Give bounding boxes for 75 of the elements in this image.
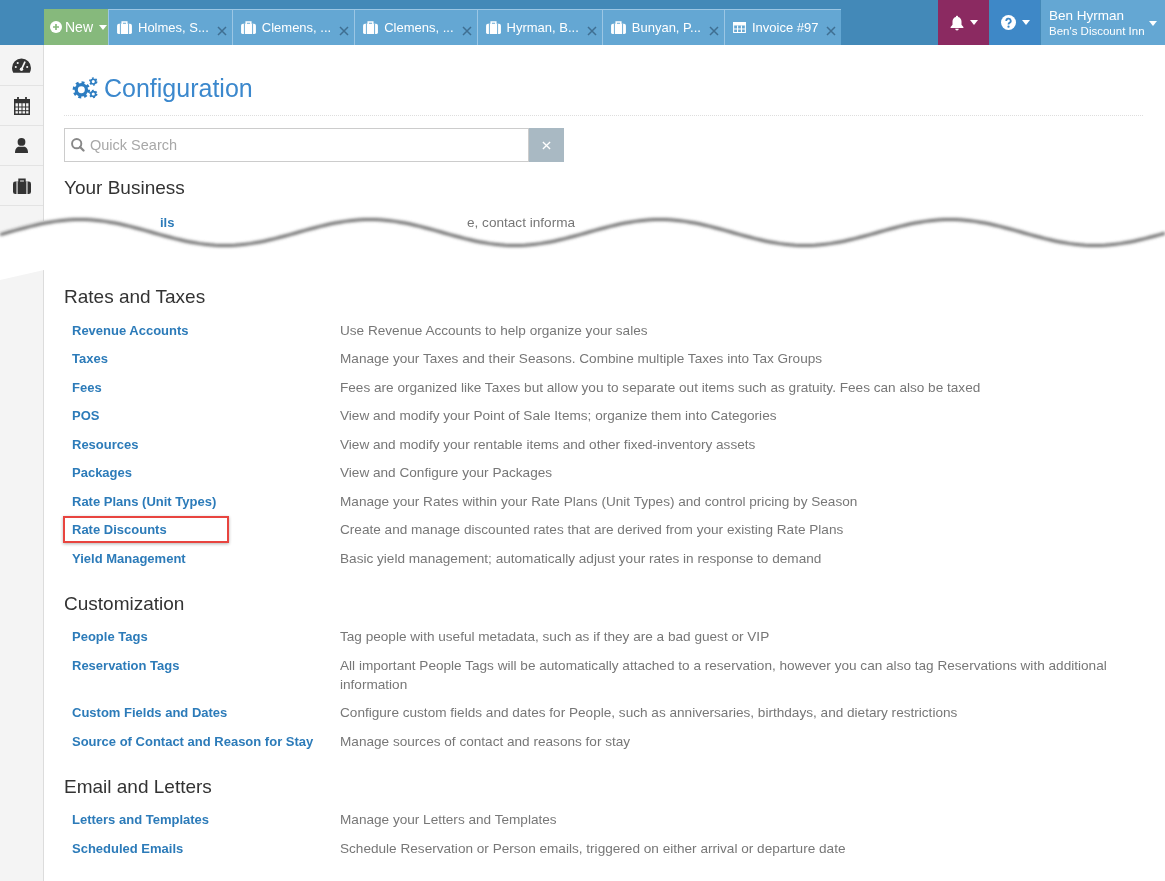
table-icon: [732, 22, 746, 33]
config-link[interactable]: Yield Management: [72, 550, 186, 566]
section-heading: Your Business: [64, 176, 186, 200]
link-description: Manage sources of contact and reasons for stay: [340, 732, 632, 751]
clear-search-button[interactable]: [529, 128, 564, 162]
config-link[interactable]: Taxes: [72, 351, 108, 367]
config-link[interactable]: Scheduled Emails: [72, 840, 184, 856]
link-description: View and modify your Point of Sale Items; organize them into Categories: [340, 407, 778, 426]
briefcase-icon: [240, 21, 256, 34]
tab[interactable]: Invoice #97: [723, 9, 842, 45]
config-link[interactable]: Resources: [72, 436, 139, 452]
config-link[interactable]: Rate Discounts: [72, 522, 167, 538]
config-link[interactable]: Revenue Accounts: [72, 322, 189, 338]
close-icon[interactable]: [461, 26, 472, 36]
page-title: Configuration: [104, 73, 253, 104]
link-description: Manage your Rates within your Rate Plans (Unit Types) and control pricing by Season: [340, 492, 859, 511]
link-description: e, contact informa: [467, 213, 577, 232]
link-description: Manage your Letters and Templates: [340, 811, 558, 830]
gauge-icon: [12, 58, 31, 73]
section-heading: Customization: [64, 591, 186, 616]
caret-icon: [1021, 20, 1030, 25]
config-link[interactable]: People Tags: [72, 629, 148, 645]
config-link[interactable]: Fees: [72, 379, 102, 395]
search-field[interactable]: Quick Search: [64, 128, 529, 162]
user-icon: [15, 138, 28, 153]
gears-icon: [72, 77, 98, 99]
tab[interactable]: Hyrman, B...: [476, 9, 602, 45]
link-description: View and Configure your Packages: [340, 464, 554, 483]
briefcase-icon: [12, 177, 31, 194]
close-icon[interactable]: [708, 26, 719, 36]
bell-icon: [949, 14, 965, 31]
tab[interactable]: Holmes, S...: [108, 9, 232, 45]
config-link[interactable]: Custom Fields and Dates: [72, 705, 228, 721]
close-icon[interactable]: [826, 26, 837, 36]
link-description: Create and manage discounted rates that are derived from your existing Rate Plans: [340, 521, 845, 540]
close-icon: [542, 140, 551, 150]
tab[interactable]: Clemens, ...: [231, 9, 355, 45]
user-menu[interactable]: Ben Hyrman Ben's Discount Inn: [1041, 0, 1165, 45]
briefcase-icon: [485, 21, 501, 34]
search-icon: [71, 138, 85, 152]
notifications-button[interactable]: [938, 0, 989, 45]
link-description: All important People Tags will be automatically attached to a reservation, however you can also tag Reservations with additional information: [340, 656, 1108, 694]
config-link[interactable]: Letters and Templates: [72, 812, 210, 828]
link-description: Fees are organized like Taxes but allow you to separate out items such as gratuity. Fees can also be taxed: [340, 378, 982, 397]
link-description: Schedule Reservation or Person emails, triggered on either arrival or departure date: [340, 839, 847, 858]
config-link[interactable]: Rate Plans (Unit Types): [72, 493, 217, 509]
tab[interactable]: Clemens, ...: [354, 9, 477, 45]
link-description: View and modify your rentable items and other fixed-inventory assets: [340, 435, 757, 454]
plus-circle-icon: [50, 21, 62, 33]
help-button[interactable]: [990, 0, 1040, 45]
link-description: Tag people with useful metadata, such as if they are a bad guest or VIP: [340, 628, 771, 647]
tab[interactable]: Bunyan, P...: [601, 9, 724, 45]
link-description: Basic yield management; automatically adjust your rates in response to demand: [340, 549, 823, 568]
close-icon[interactable]: [586, 26, 597, 36]
config-link[interactable]: ils: [160, 214, 175, 230]
config-link[interactable]: POS: [72, 408, 100, 424]
close-icon[interactable]: [216, 26, 227, 36]
link-description: Use Revenue Accounts to help organize your sales: [340, 321, 649, 340]
caret-icon: [970, 20, 978, 25]
new-button[interactable]: New: [44, 9, 108, 45]
close-icon[interactable]: [339, 26, 350, 36]
config-link[interactable]: Packages: [72, 465, 132, 481]
config-link[interactable]: Source of Contact and Reason for Stay: [72, 733, 314, 749]
briefcase-icon: [363, 21, 379, 34]
question-icon: [1000, 15, 1016, 30]
section-heading: Rates and Taxes: [64, 285, 207, 309]
calendar-icon: [13, 96, 30, 115]
config-link[interactable]: Reservation Tags: [72, 657, 180, 673]
caret-icon: [1149, 21, 1157, 26]
briefcase-icon: [117, 21, 132, 34]
briefcase-icon: [610, 21, 626, 34]
section-heading: Email and Letters: [64, 774, 213, 799]
link-description: Configure custom fields and dates for People, such as anniversaries, birthdays, and dietary restrictions: [340, 704, 959, 723]
caret-icon: [99, 24, 107, 30]
link-description: Manage your Taxes and their Seasons. Combine multiple Taxes into Tax Groups: [340, 350, 824, 369]
